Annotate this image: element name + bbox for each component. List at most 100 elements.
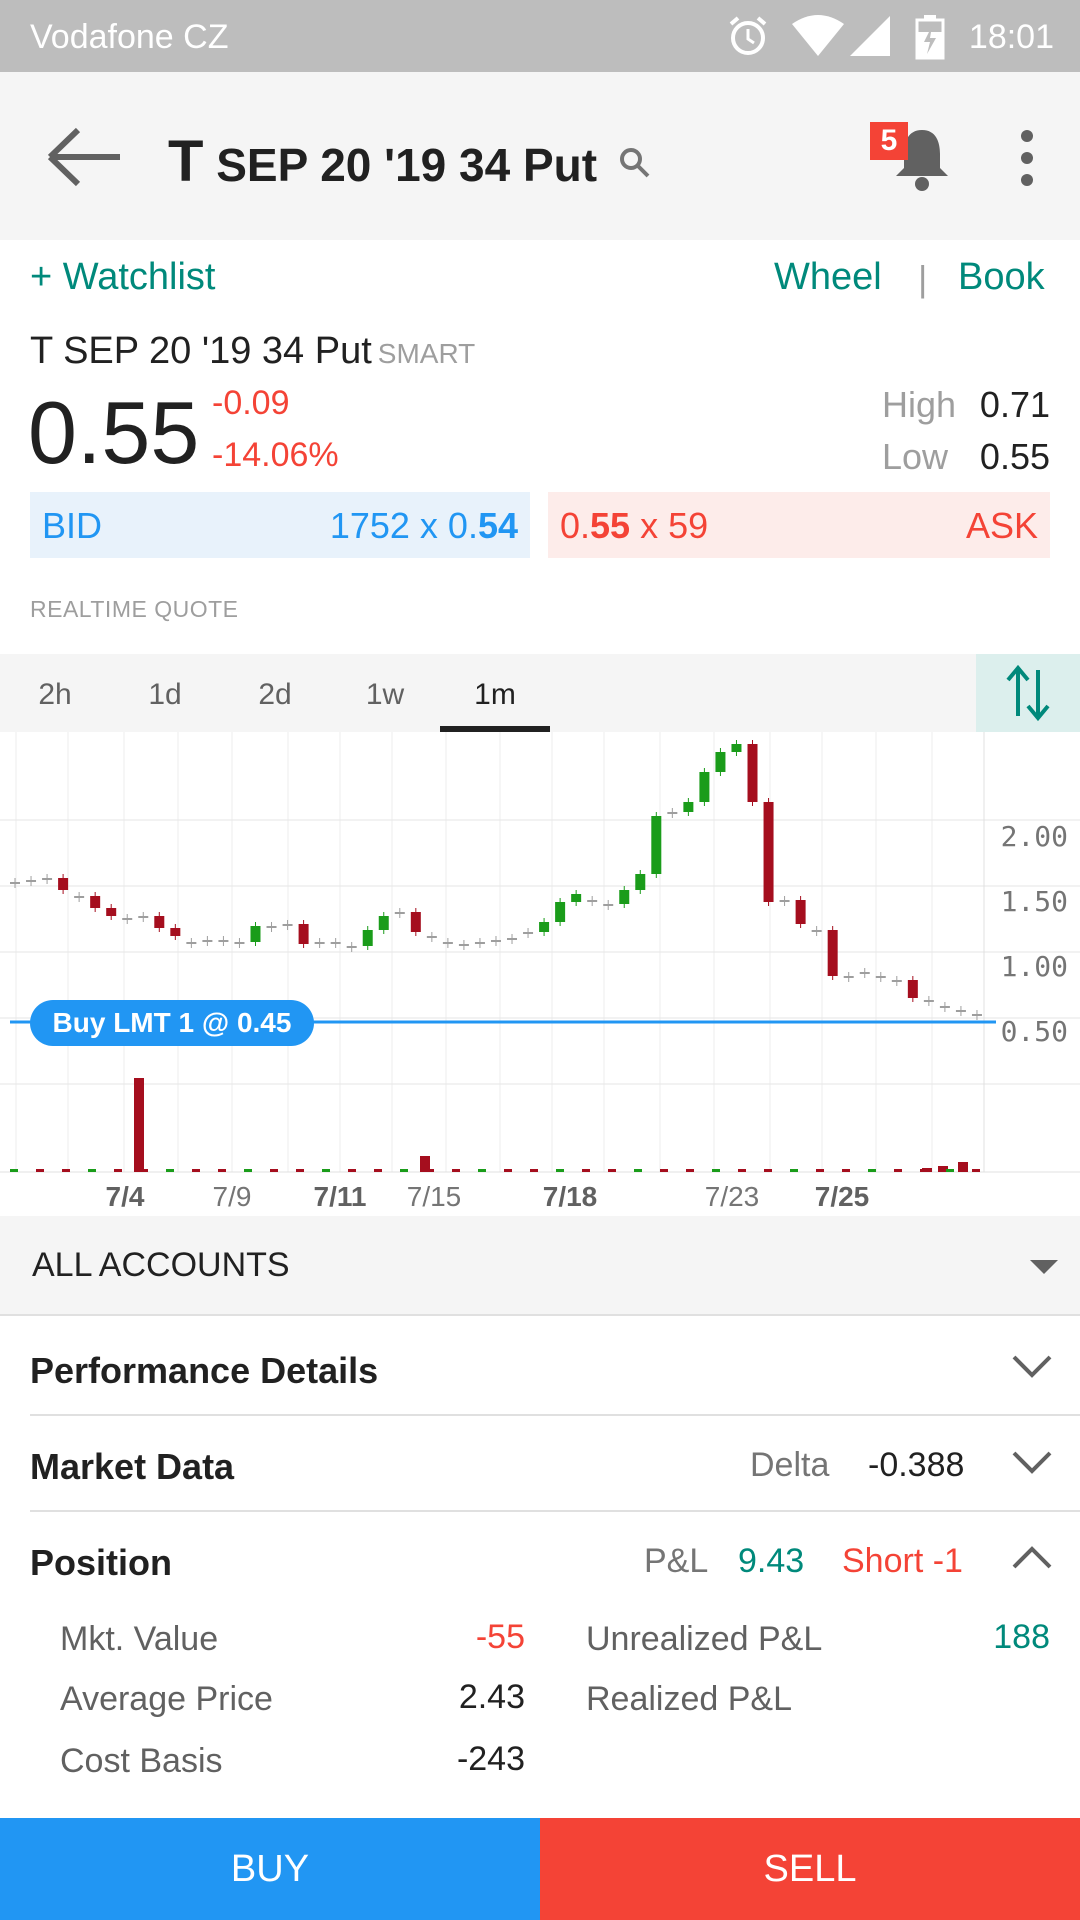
pnl-label: P&L xyxy=(644,1542,709,1580)
candle xyxy=(571,894,582,902)
ask-price-size: 0.55 x 59 xyxy=(560,505,708,547)
volume-bar xyxy=(88,1169,96,1172)
low-label: Low xyxy=(882,436,949,477)
candle xyxy=(715,752,726,772)
contract-name-text: T SEP 20 '19 34 Put xyxy=(30,330,372,372)
candle xyxy=(298,924,309,944)
mkt-value-label: Mkt. Value xyxy=(60,1620,219,1658)
sort-toggle-button[interactable] xyxy=(976,654,1080,732)
candle xyxy=(795,900,806,924)
dropdown-caret-icon xyxy=(1030,1260,1058,1274)
tab-1w[interactable]: 1w xyxy=(330,678,440,712)
back-arrow-icon[interactable] xyxy=(44,122,124,192)
volume-bar xyxy=(868,1169,876,1172)
volume-bar xyxy=(686,1169,694,1172)
chevron-down-icon xyxy=(1012,1355,1052,1378)
candle xyxy=(651,816,662,874)
candle xyxy=(282,924,293,926)
order-label: Buy LMT 1 @ 0.45 xyxy=(53,1007,292,1038)
contract-title: SEP 20 '19 34 Put xyxy=(216,139,598,191)
candle xyxy=(154,916,165,928)
tab-2h[interactable]: 2h xyxy=(0,678,110,712)
chevron-down-icon xyxy=(1012,1451,1052,1474)
tab-2d[interactable]: 2d xyxy=(220,678,330,712)
candle xyxy=(90,896,101,908)
carrier-name: Vodafone CZ xyxy=(30,18,229,56)
candle xyxy=(186,942,197,944)
candle xyxy=(603,904,614,906)
candle xyxy=(394,912,405,914)
low-value: 0.55 xyxy=(979,436,1050,477)
performance-details-section[interactable]: Performance Details xyxy=(30,1320,1080,1416)
volume-bar xyxy=(166,1169,174,1172)
y-tick-label: 1.50 xyxy=(1001,885,1068,918)
delta-label: Delta xyxy=(750,1446,830,1484)
candle xyxy=(362,930,373,946)
realtime-quote-label: REALTIME QUOTE xyxy=(30,596,239,622)
candle xyxy=(955,1010,966,1012)
candle xyxy=(923,1000,934,1002)
volume-bar xyxy=(426,1169,434,1172)
market-data-section[interactable]: Market Data Delta -0.388 xyxy=(30,1416,1080,1512)
contract-name: T SEP 20 '19 34 Put SMART xyxy=(30,330,475,373)
candle xyxy=(26,880,37,882)
ask-box[interactable]: 0.55 x 59 ASK xyxy=(548,492,1050,558)
price-chart[interactable]: 2.00 1.50 1.00 0.50 Buy LMT 1 @ 0.45 7/4… xyxy=(0,732,1080,1216)
notification-badge: 5 xyxy=(870,122,908,160)
volume-bar xyxy=(738,1169,746,1172)
bid-size-price: 1752 x 0.54 xyxy=(330,505,518,547)
wifi-icon xyxy=(792,15,844,56)
candle xyxy=(843,976,854,978)
volume-bar xyxy=(192,1169,200,1172)
volume-bar xyxy=(972,1169,980,1172)
volume-bar xyxy=(62,1169,70,1172)
bid-label: BID xyxy=(42,505,103,546)
volume-bar xyxy=(842,1169,850,1172)
candle xyxy=(779,900,790,902)
candle xyxy=(939,1006,950,1008)
candle xyxy=(122,918,133,920)
performance-details-heading: Performance Details xyxy=(30,1350,379,1391)
ask-price-prefix: 0. xyxy=(560,505,591,546)
volume-bar xyxy=(608,1169,616,1172)
volume-bar xyxy=(920,1169,928,1172)
unrealized-pnl-label: Unrealized P&L xyxy=(586,1620,823,1658)
candle xyxy=(330,942,341,944)
bid-box[interactable]: BID 1752 x 0.54 xyxy=(30,492,530,558)
candle xyxy=(747,744,758,802)
x-tick-label: 7/23 xyxy=(705,1181,760,1212)
last-price: 0.55 xyxy=(28,383,200,482)
cost-basis-value: -243 xyxy=(456,1740,525,1778)
volume-bar xyxy=(218,1169,226,1172)
volume-bar xyxy=(452,1169,460,1172)
range-tabs: 2h 1d 2d 1w 1m xyxy=(0,654,1080,732)
candle xyxy=(875,976,886,978)
wheel-link[interactable]: Wheel xyxy=(774,256,882,299)
add-to-watchlist-link[interactable]: + Watchlist xyxy=(30,256,215,299)
tab-1m[interactable]: 1m xyxy=(440,678,550,712)
candle xyxy=(442,942,453,944)
sell-button[interactable]: SELL xyxy=(540,1818,1080,1920)
chart-grid xyxy=(0,732,1080,1173)
book-link[interactable]: Book xyxy=(958,256,1045,299)
price-change-percent: -14.06% xyxy=(212,436,339,474)
search-icon[interactable] xyxy=(618,146,652,180)
account-selector[interactable]: ALL ACCOUNTS xyxy=(0,1216,1080,1316)
candle xyxy=(10,882,20,884)
candle xyxy=(106,908,117,916)
app-bar: T SEP 20 '19 34 Put 5 xyxy=(0,72,1080,240)
buy-button[interactable]: BUY xyxy=(0,1818,540,1920)
candle xyxy=(218,940,229,942)
candle xyxy=(58,878,69,890)
chevron-up-icon xyxy=(1012,1546,1052,1569)
position-section[interactable]: Position P&L 9.43 Short -1 xyxy=(30,1512,1080,1608)
candle xyxy=(827,930,838,976)
candle xyxy=(635,874,646,890)
candle xyxy=(907,980,918,998)
more-vert-icon[interactable] xyxy=(1012,128,1042,188)
tab-1d[interactable]: 1d xyxy=(110,678,220,712)
candle xyxy=(410,912,421,932)
candle xyxy=(74,896,85,898)
candle xyxy=(523,932,534,934)
position-size: Short -1 xyxy=(842,1542,963,1580)
